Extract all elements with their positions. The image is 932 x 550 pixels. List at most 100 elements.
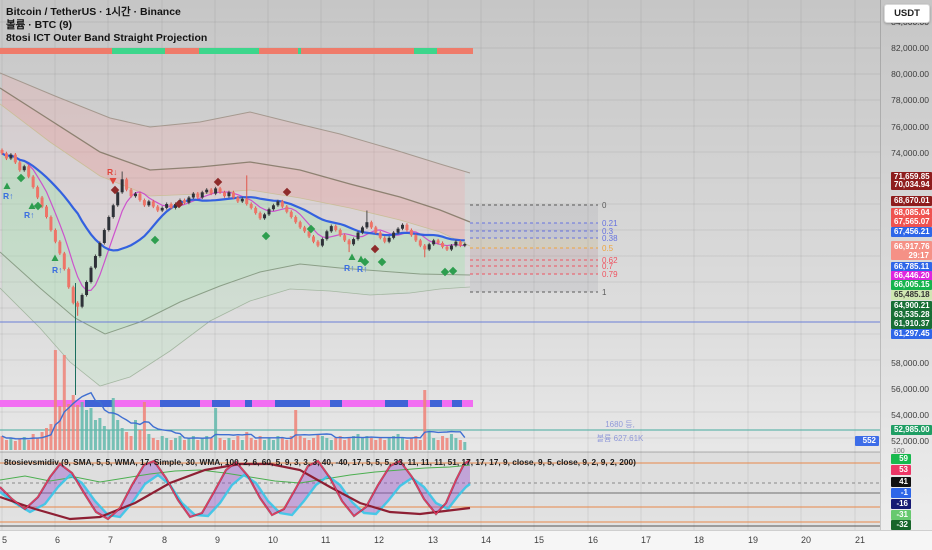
fib-level-label: 0 (602, 201, 607, 210)
volume-bar (89, 408, 93, 450)
price-level-badge: 67,565.07 (891, 217, 932, 227)
time-tick-label: 21 (855, 535, 866, 545)
candle-body (67, 269, 71, 288)
price-tick-label: 58,000.00 (891, 358, 929, 368)
volume-bar (285, 440, 289, 450)
price-tick-label: 54,000.00 (891, 410, 929, 420)
volume-bar (53, 350, 57, 450)
price-tick-label: 82,000.00 (891, 43, 929, 53)
volume-bar (209, 438, 213, 450)
volume-bar (458, 440, 462, 450)
price-level-badge: 70,034.94 (891, 180, 932, 190)
candle-body (147, 201, 151, 206)
volume-bar (31, 434, 35, 450)
volume-bar (352, 436, 356, 450)
volume-bar (147, 434, 151, 450)
candle-body (22, 166, 26, 171)
candle-body (280, 201, 284, 207)
candle-body (458, 241, 462, 246)
volume-bar (58, 406, 62, 450)
candle-body (441, 243, 445, 247)
oscillator-scale-tick: 100 (893, 448, 905, 455)
candle-body (396, 228, 400, 233)
candle-body (214, 188, 218, 194)
candle-body (320, 239, 324, 246)
oscillator-value-badge: 59 (891, 454, 911, 464)
candle-body (151, 201, 155, 207)
volume-bar (93, 420, 97, 450)
volume-bar (200, 438, 204, 450)
volume-bar (98, 418, 102, 450)
candle-body (418, 240, 422, 246)
volume-bar (178, 436, 182, 450)
candle-body (196, 193, 200, 198)
volume-bar (236, 436, 240, 450)
volume-bar (294, 410, 298, 450)
candle-body (374, 227, 378, 233)
price-level-badge: 65,485.18 (891, 290, 932, 300)
candle-body (267, 209, 271, 215)
candle-body (27, 166, 31, 177)
candle-body (303, 227, 307, 232)
candle-body (236, 197, 240, 202)
candle-body (18, 162, 22, 171)
candle-body (98, 243, 102, 256)
volume-bar (369, 438, 373, 450)
candle-body (36, 187, 40, 198)
candle-body (414, 235, 418, 241)
candle-body (13, 154, 17, 163)
volume-bar (401, 438, 404, 450)
candle-body (347, 240, 351, 245)
volume-bar (76, 405, 80, 450)
volume-bar (312, 438, 315, 450)
candle-body (383, 237, 387, 242)
r-down-label: R↓ (107, 167, 117, 177)
time-tick-label: 18 (694, 535, 705, 545)
volume-bar (134, 420, 137, 450)
volume-bar (325, 438, 329, 450)
time-tick-label: 19 (748, 535, 759, 545)
time-tick-label: 20 (801, 535, 812, 545)
time-axis[interactable]: 5 6 7 8 9 10 11 12 13 14 15 16 17 18 19 20 21 (0, 530, 932, 550)
volume-annotation: 1680 등, 볼륨 627.61K (560, 418, 680, 446)
volume-bar (102, 426, 106, 450)
price-tick-label: 52,000.00 (891, 436, 929, 446)
oscillator-value-badge: 53 (891, 465, 911, 475)
currency-toggle-button[interactable]: USDT (884, 4, 930, 23)
candle-body (4, 153, 8, 159)
volume-bar (223, 440, 226, 450)
symbol-title[interactable]: Bitcoin / TetherUS · 1시간 · Binance (6, 6, 207, 19)
candle-body (409, 230, 413, 236)
legend-volume-row[interactable]: 볼륨 · BTC (9) (6, 19, 207, 32)
candle-body (134, 193, 137, 197)
volume-bar (36, 438, 40, 450)
time-tick-label: 17 (641, 535, 652, 545)
volume-bar (409, 438, 413, 450)
main-chart-canvas[interactable]: 00.210.30.380.50.620.70.791R↑R↑R↑ R↑ R↑R↓ (0, 0, 932, 550)
volume-bar (427, 432, 431, 450)
volume-bar (18, 439, 22, 450)
time-tick-label: 10 (268, 535, 279, 545)
r-up-label: R↑ (3, 191, 13, 201)
volume-annotation-line2: 볼륨 627.61K (596, 434, 644, 443)
candle-body (401, 224, 404, 229)
volume-bar (334, 438, 338, 450)
volume-bar (329, 440, 333, 450)
candle-body (338, 230, 342, 236)
price-axis[interactable]: 84,000.0082,000.0080,000.0078,000.0076,0… (855, 0, 932, 530)
volume-bar (227, 438, 231, 450)
candle-body (102, 230, 106, 243)
fib-level-label: 1 (602, 288, 607, 297)
candle-body (263, 214, 267, 219)
volume-bar (218, 438, 222, 450)
price-level-badge: 68,670.01 (891, 196, 932, 206)
candle-body (125, 179, 129, 190)
oscillator-indicator-label[interactable]: 8tosievsmidiv (9, SMA, 5, 5, WMA, 17, Si… (4, 457, 636, 467)
candle-body (369, 222, 373, 228)
volume-bar (156, 440, 160, 450)
legend-indicator-row[interactable]: 8tosi ICT Outer Band Straight Projection (6, 32, 207, 45)
volume-bar (160, 436, 164, 450)
volume-bar (320, 436, 324, 450)
volume-bar (360, 438, 364, 450)
volume-bar (4, 440, 8, 450)
